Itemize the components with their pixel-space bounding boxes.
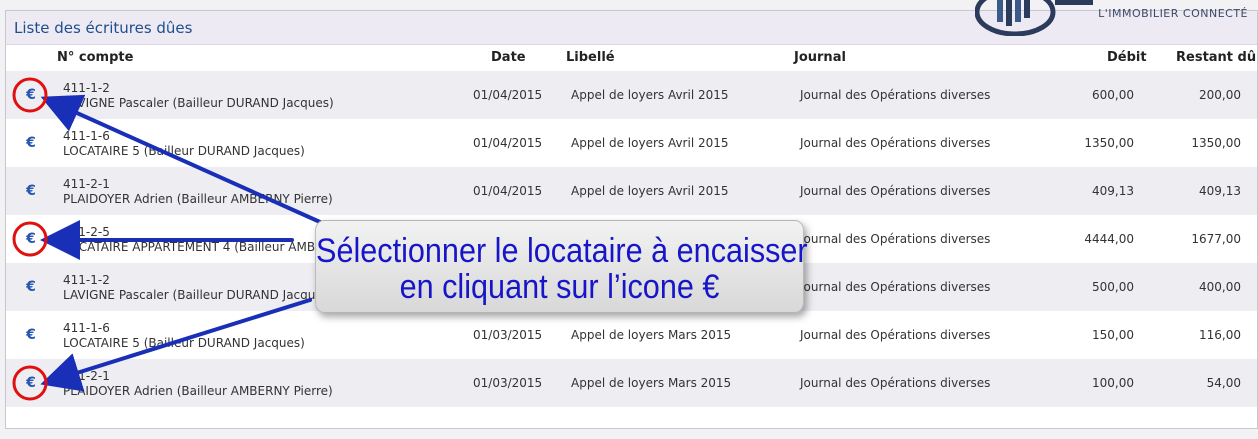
- journal-cell: Journal des Opérations diverses: [800, 376, 991, 390]
- journal-cell: Journal des Opérations diverses: [800, 232, 991, 246]
- euro-icon[interactable]: €: [22, 374, 40, 392]
- debit-cell: 600,00: [1092, 88, 1134, 102]
- remaining-cell: 200,00: [1199, 88, 1241, 102]
- label-cell: Appel de loyers Avril 2015: [571, 184, 729, 198]
- logo: L'IMMOBILIER CONNECTÉ: [974, 0, 1258, 37]
- col-debit[interactable]: Débit: [1107, 50, 1147, 65]
- account-cell: 411-1-2 LAVIGNE Pascaler (Bailleur DURAND…: [63, 81, 334, 111]
- remaining-cell: 54,00: [1206, 376, 1241, 390]
- account-name: LAVIGNE Pascaler (Bailleur DURAND Jacque…: [63, 288, 334, 302]
- debit-cell: 1350,00: [1084, 136, 1134, 150]
- label-cell: Appel de loyers Avril 2015: [571, 88, 729, 102]
- remaining-cell: 409,13: [1199, 184, 1241, 198]
- account-name: LOCATAIRE 5 (Bailleur DURAND Jacques): [63, 144, 305, 158]
- account-name: LOCATAIRE 5 (Bailleur DURAND Jacques): [63, 336, 305, 350]
- journal-cell: Journal des Opérations diverses: [800, 136, 991, 150]
- instruction-callout: Sélectionner le locataire à encaisser en…: [315, 220, 808, 313]
- date-cell: 01/04/2015: [473, 88, 543, 102]
- remaining-cell: 1677,00: [1191, 232, 1241, 246]
- account-cell: 411-1-6 LOCATAIRE 5 (Bailleur DURAND Jacq…: [63, 321, 305, 351]
- journal-cell: Journal des Opérations diverses: [800, 328, 991, 342]
- account-cell: 411-2-1 PLAIDOYER Adrien (Bailleur AMBERN…: [63, 369, 333, 399]
- label-cell: Appel de loyers Avril 2015: [571, 136, 729, 150]
- callout-line-1: Sélectionner le locataire à encaisser: [316, 232, 808, 270]
- account-code: 411-2-1: [63, 177, 110, 191]
- debit-cell: 100,00: [1092, 376, 1134, 390]
- account-code: 411-1-2: [63, 273, 110, 287]
- remaining-cell: 1350,00: [1191, 136, 1241, 150]
- date-cell: 01/04/2015: [473, 184, 543, 198]
- table-row[interactable]: €411-1-6 LOCATAIRE 5 (Bailleur DURAND Jac…: [6, 311, 1257, 359]
- debit-cell: 150,00: [1092, 328, 1134, 342]
- account-code: 411-1-6: [63, 129, 110, 143]
- logo-tagline: L'IMMOBILIER CONNECTÉ: [1098, 7, 1248, 20]
- date-cell: 01/03/2015: [473, 376, 543, 390]
- account-name: LAVIGNE Pascaler (Bailleur DURAND Jacque…: [63, 96, 334, 110]
- journal-cell: Journal des Opérations diverses: [800, 184, 991, 198]
- account-cell: 411-1-2 LAVIGNE Pascaler (Bailleur DURAND…: [63, 273, 334, 303]
- euro-icon[interactable]: €: [22, 326, 40, 344]
- account-cell: 411-2-1 PLAIDOYER Adrien (Bailleur AMBERN…: [63, 177, 333, 207]
- journal-cell: Journal des Opérations diverses: [800, 280, 991, 294]
- table-row[interactable]: €411-2-1 PLAIDOYER Adrien (Bailleur AMBER…: [6, 359, 1257, 407]
- label-cell: Appel de loyers Mars 2015: [571, 376, 732, 390]
- debit-cell: 4444,00: [1084, 232, 1134, 246]
- logo-mark-icon: [974, 0, 1093, 37]
- debit-cell: 409,13: [1092, 184, 1134, 198]
- table-row[interactable]: €411-2-1 PLAIDOYER Adrien (Bailleur AMBER…: [6, 167, 1257, 215]
- col-account[interactable]: N° compte: [57, 50, 133, 65]
- account-name: PLAIDOYER Adrien (Bailleur AMBERNY Pierr…: [63, 384, 333, 398]
- table-row[interactable]: €411-1-2 LAVIGNE Pascaler (Bailleur DURAN…: [6, 71, 1257, 119]
- account-code: 411-2-1: [63, 369, 110, 383]
- col-date[interactable]: Date: [491, 50, 526, 65]
- date-cell: 01/04/2015: [473, 136, 543, 150]
- col-label[interactable]: Libellé: [566, 50, 615, 65]
- callout-line-2: en cliquant sur l’icone €: [399, 268, 720, 306]
- table-header: N° compte Date Libellé Journal Débit Res…: [6, 45, 1257, 71]
- label-cell: Appel de loyers Mars 2015: [571, 328, 732, 342]
- date-cell: 01/03/2015: [473, 328, 543, 342]
- col-journal[interactable]: Journal: [794, 50, 846, 65]
- euro-icon[interactable]: €: [22, 134, 40, 152]
- euro-icon[interactable]: €: [22, 86, 40, 104]
- euro-icon[interactable]: €: [22, 182, 40, 200]
- remaining-cell: 400,00: [1199, 280, 1241, 294]
- remaining-cell: 116,00: [1199, 328, 1241, 342]
- account-name: PLAIDOYER Adrien (Bailleur AMBERNY Pierr…: [63, 192, 333, 206]
- euro-icon[interactable]: €: [22, 230, 40, 248]
- journal-cell: Journal des Opérations diverses: [800, 88, 991, 102]
- account-code: 411-1-2: [63, 81, 110, 95]
- account-cell: 411-1-6 LOCATAIRE 5 (Bailleur DURAND Jacq…: [63, 129, 305, 159]
- euro-icon[interactable]: €: [22, 278, 40, 296]
- table-row[interactable]: €411-1-6 LOCATAIRE 5 (Bailleur DURAND Jac…: [6, 119, 1257, 167]
- debit-cell: 500,00: [1092, 280, 1134, 294]
- col-remaining[interactable]: Restant dû: [1176, 50, 1256, 65]
- account-code: 411-1-6: [63, 321, 110, 335]
